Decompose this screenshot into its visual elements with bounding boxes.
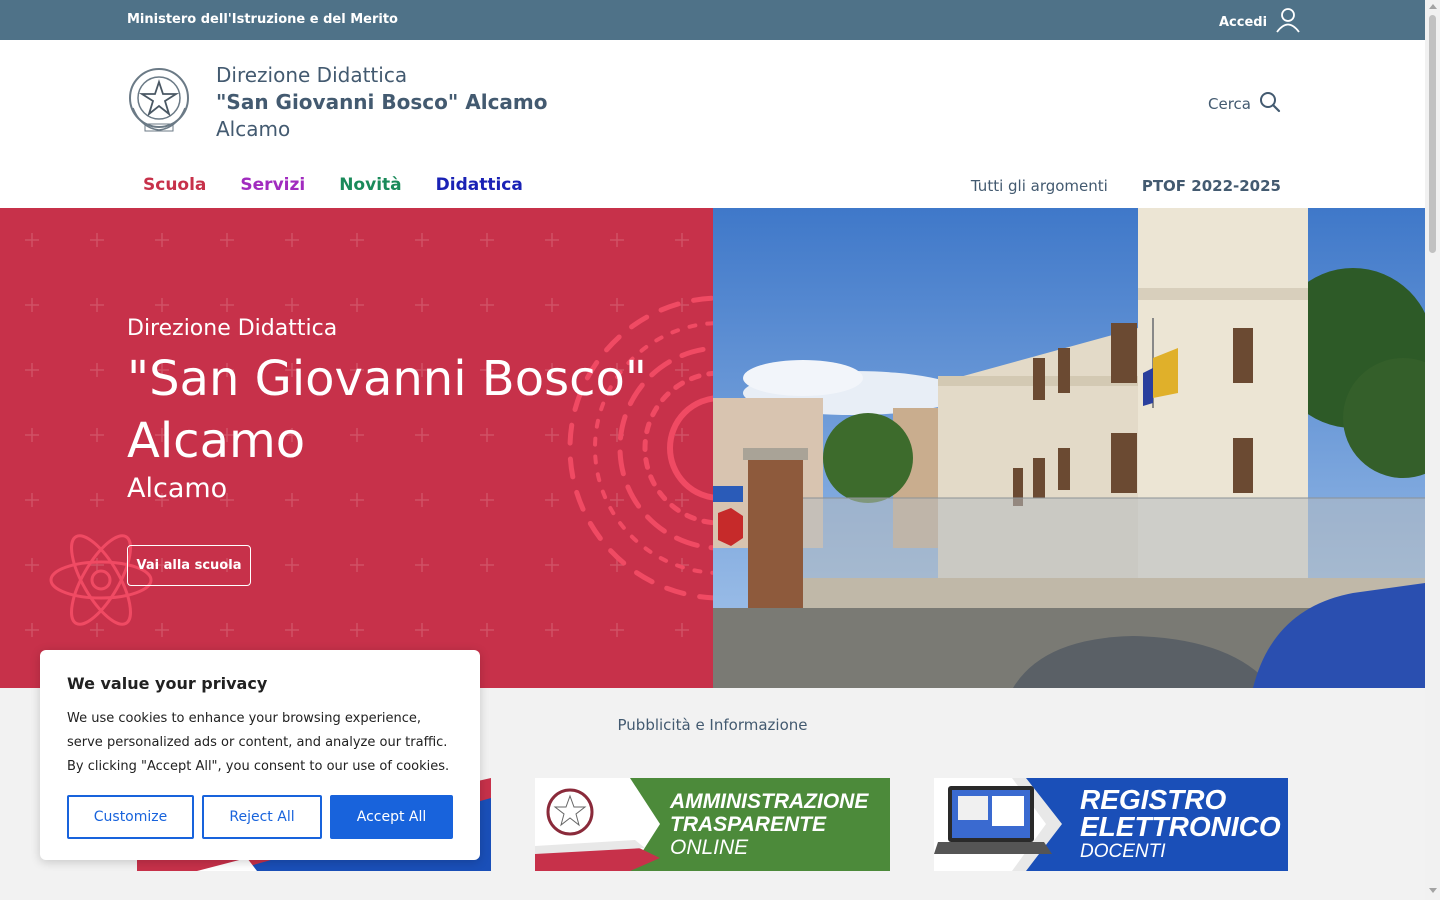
school-name-line2: "San Giovanni Bosco" Alcamo	[216, 90, 548, 114]
search-label: Cerca	[1208, 95, 1251, 113]
user-icon	[1275, 7, 1301, 37]
italian-republic-emblem-icon[interactable]	[127, 64, 191, 136]
banner-amministrazione-trasparente[interactable]: AMMINISTRAZIONE TRASPARENTE ONLINE	[535, 778, 890, 871]
nav-item-tutti-argomenti[interactable]: Tutti gli argomenti	[971, 177, 1108, 195]
banner-at-line1: AMMINISTRAZIONE	[670, 790, 869, 813]
banner-re-line3: DOCENTI	[1080, 841, 1166, 862]
cookie-title: We value your privacy	[67, 674, 268, 693]
hero-title-line2: Alcamo	[127, 413, 306, 469]
login-label: Accedi	[1219, 14, 1268, 30]
banner-at-line3: ONLINE	[670, 836, 749, 859]
cookie-body: We use cookies to enhance your browsing …	[67, 711, 450, 774]
nav-item-servizi[interactable]: Servizi	[240, 175, 305, 195]
nav-item-didattica[interactable]: Didattica	[436, 175, 523, 195]
top-bar: Ministero dell'Istruzione e del Merito A…	[0, 0, 1425, 40]
hero-pretitle: Direzione Didattica	[127, 316, 338, 341]
login-button[interactable]: Accedi	[1219, 7, 1301, 37]
hero-title-line1: "San Giovanni Bosco"	[127, 351, 647, 407]
nav-item-novita[interactable]: Novità	[339, 175, 401, 195]
hero-section: Direzione Didattica "San Giovanni Bosco"…	[0, 208, 1425, 688]
banner-registro-elettronico[interactable]: REGISTRO ELETTRONICO DOCENTI	[934, 778, 1288, 871]
accept-all-button[interactable]: Accept All	[330, 795, 453, 839]
page-scrollbar[interactable]	[1425, 0, 1440, 900]
scroll-down-icon[interactable]	[1429, 888, 1437, 893]
school-name-line1: Direzione Didattica	[216, 63, 408, 87]
nav-item-scuola[interactable]: Scuola	[143, 175, 206, 195]
go-to-school-button[interactable]: Vai alla scuola	[127, 545, 251, 586]
banner-re-line2: ELETTRONICO	[1080, 811, 1281, 842]
nav-item-ptof[interactable]: PTOF 2022-2025	[1142, 177, 1281, 195]
search-button[interactable]: Cerca	[1208, 91, 1281, 117]
cookie-consent-dialog: We value your privacy We use cookies to …	[40, 650, 480, 860]
school-building-photo	[713, 208, 1425, 688]
banner-re-line1: REGISTRO	[1080, 784, 1227, 815]
site-header: Direzione Didattica "San Giovanni Bosco"…	[0, 40, 1425, 168]
hero-subtitle: Alcamo	[127, 473, 228, 504]
banner-at-line2: TRASPARENTE	[670, 813, 826, 836]
reject-all-button[interactable]: Reject All	[202, 795, 322, 839]
school-name-line3: Alcamo	[216, 117, 291, 141]
scrollbar-thumb[interactable]	[1429, 15, 1436, 253]
hero-panel: Direzione Didattica "San Giovanni Bosco"…	[0, 208, 713, 688]
school-name[interactable]: Direzione Didattica "San Giovanni Bosco"…	[216, 62, 548, 143]
scroll-up-icon[interactable]	[1429, 4, 1437, 9]
search-icon	[1259, 91, 1281, 117]
customize-button[interactable]: Customize	[67, 795, 194, 839]
main-navigation: Scuola Servizi Novità Didattica Tutti gl…	[0, 168, 1425, 208]
ministry-link[interactable]: Ministero dell'Istruzione e del Merito	[127, 12, 398, 27]
